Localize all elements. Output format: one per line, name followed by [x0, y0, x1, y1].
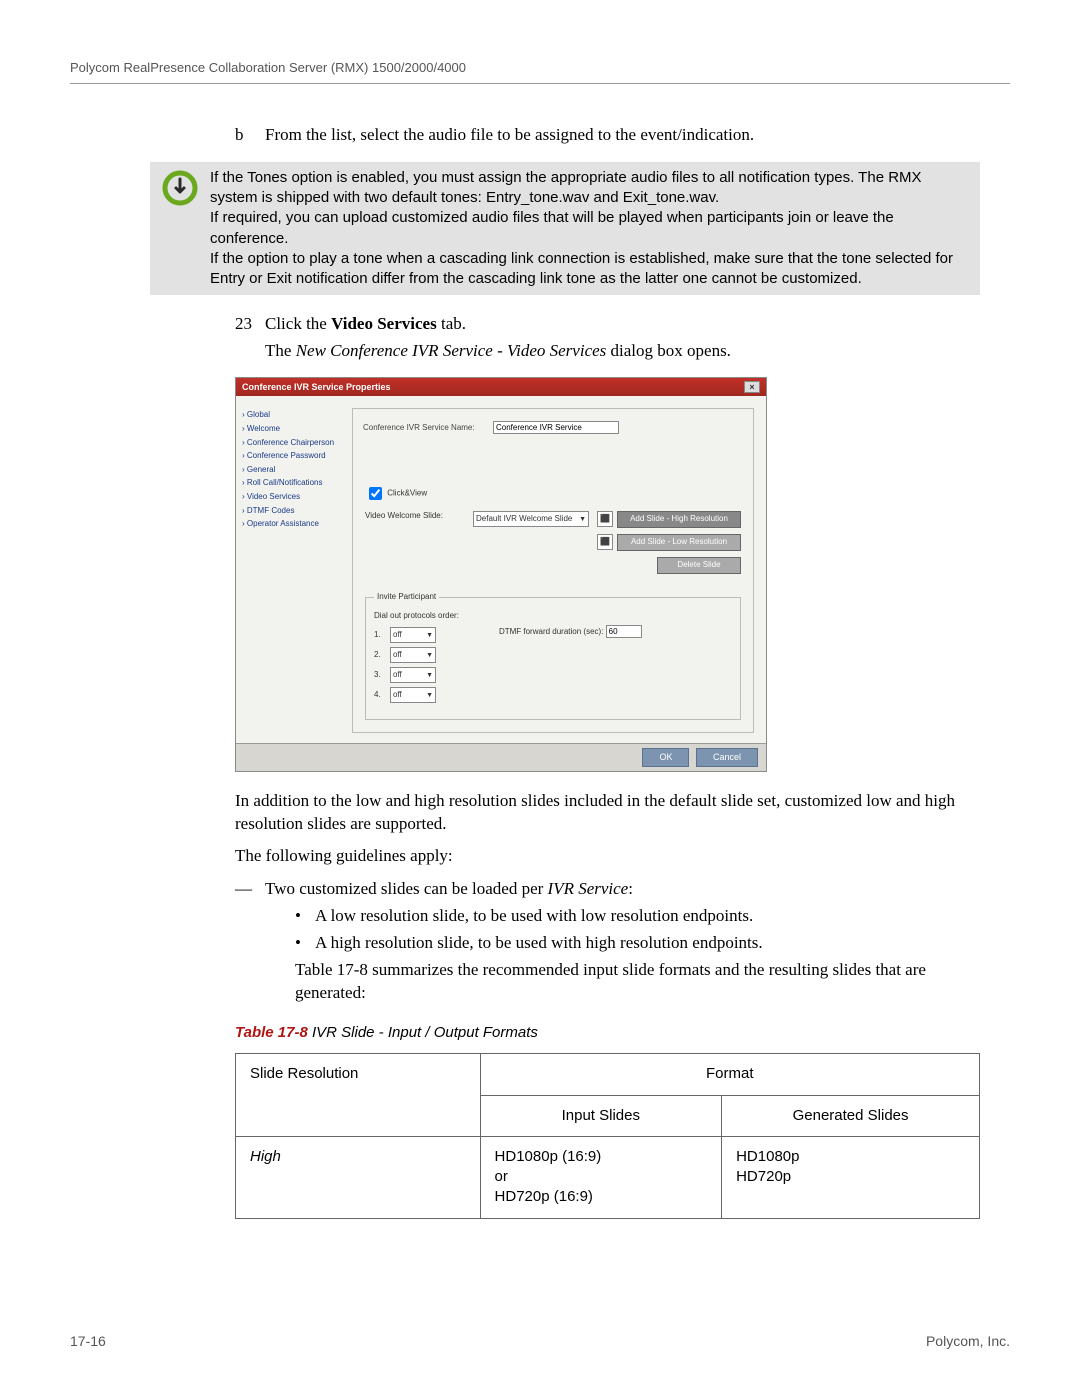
- sidebar-item-password[interactable]: Conference Password: [242, 449, 346, 463]
- welcome-slide-select[interactable]: Default IVR Welcome Slide ▼: [473, 511, 589, 527]
- dash-text: Two customized slides can be loaded per …: [265, 878, 980, 901]
- th-input: Input Slides: [480, 1095, 722, 1136]
- sidebar-item-welcome[interactable]: Welcome: [242, 422, 346, 436]
- bullet-dot: •: [295, 905, 315, 928]
- step-23-pre: Click the: [265, 314, 331, 333]
- invite-group: Invite Participant Dial out protocols or…: [365, 592, 741, 721]
- invite-legend: Invite Participant: [374, 592, 439, 603]
- image-icon[interactable]: ⬛: [597, 534, 613, 550]
- th-slide-res: Slide Resolution: [236, 1054, 481, 1137]
- note-line3: If the option to play a tone when a casc…: [210, 249, 970, 290]
- table-caption-rest: IVR Slide - Input / Output Formats: [308, 1024, 538, 1041]
- proto-select[interactable]: off▼: [390, 667, 436, 683]
- step-23-sub: The New Conference IVR Service - Video S…: [265, 340, 980, 363]
- dialog-title-text: Conference IVR Service Properties: [242, 381, 391, 393]
- step-23-sub-ital: New Conference IVR Service - Video Servi…: [296, 341, 607, 360]
- page-number: 17-16: [70, 1333, 106, 1349]
- proto-number: 2.: [374, 650, 386, 661]
- welcome-slide-label: Video Welcome Slide:: [365, 511, 465, 522]
- th-output: Generated Slides: [722, 1095, 980, 1136]
- step-23-post: tab.: [437, 314, 466, 333]
- proto-number: 3.: [374, 670, 386, 681]
- clickview-checkbox[interactable]: [369, 487, 382, 500]
- dash1-post: :: [628, 879, 633, 898]
- td-high-label: High: [236, 1136, 481, 1218]
- bullet-dot: •: [295, 932, 315, 955]
- info-note: If the Tones option is enabled, you must…: [150, 162, 980, 296]
- dialog-sidebar: Global Welcome Conference Chairperson Co…: [236, 396, 352, 743]
- sidebar-item-global[interactable]: Global: [242, 408, 346, 422]
- dtmf-duration-input[interactable]: [606, 625, 642, 638]
- proto-select[interactable]: off▼: [390, 627, 436, 643]
- note-line2: If required, you can upload customized a…: [210, 208, 970, 249]
- sidebar-item-general[interactable]: General: [242, 463, 346, 477]
- step-23-sub-post: dialog box opens.: [606, 341, 731, 360]
- dash1-ital: IVR Service: [548, 879, 629, 898]
- dialout-label: Dial out protocols order:: [374, 611, 459, 622]
- format-table: Slide Resolution Format Input Slides Gen…: [235, 1053, 980, 1218]
- info-icon: [150, 168, 210, 290]
- proto-number: 1.: [374, 630, 386, 641]
- after-p3: Table 17-8 summarizes the recommended in…: [295, 959, 980, 1005]
- step-23-text: Click the Video Services tab.: [265, 313, 980, 336]
- step-23-number: 23: [235, 313, 265, 336]
- td-high-output: HD1080p HD720p: [722, 1136, 980, 1218]
- step-b-text: From the list, select the audio file to …: [265, 124, 980, 147]
- table-caption: Table 17-8 IVR Slide - Input / Output Fo…: [235, 1023, 980, 1043]
- after-p1: In addition to the low and high resoluti…: [235, 790, 980, 836]
- td-high-input: HD1080p (16:9) or HD720p (16:9): [480, 1136, 722, 1218]
- th-format: Format: [480, 1054, 979, 1095]
- dialog-titlebar: Conference IVR Service Properties ×: [236, 378, 766, 396]
- delete-slide-button[interactable]: Delete Slide: [657, 557, 741, 574]
- dtmf-duration-label: DTMF forward duration (sec):: [499, 627, 603, 636]
- welcome-slide-value: Default IVR Welcome Slide: [476, 514, 572, 525]
- note-line1: If the Tones option is enabled, you must…: [210, 168, 970, 209]
- service-name-label: Conference IVR Service Name:: [363, 423, 493, 434]
- step-b-label: b: [235, 124, 265, 147]
- sidebar-item-rollcall[interactable]: Roll Call/Notifications: [242, 476, 346, 490]
- proto-select[interactable]: off▼: [390, 687, 436, 703]
- bullet-2: A high resolution slide, to be used with…: [315, 932, 980, 955]
- sidebar-item-operator[interactable]: Operator Assistance: [242, 517, 346, 531]
- add-slide-high-button[interactable]: Add Slide - High Resolution: [617, 511, 741, 528]
- proto-select[interactable]: off▼: [390, 647, 436, 663]
- sidebar-item-chairperson[interactable]: Conference Chairperson: [242, 436, 346, 450]
- dash: —: [235, 878, 265, 901]
- table-caption-num: Table 17-8: [235, 1024, 308, 1041]
- dialog: Conference IVR Service Properties × Glob…: [235, 377, 767, 771]
- bullet-1: A low resolution slide, to be used with …: [315, 905, 980, 928]
- add-slide-low-button[interactable]: Add Slide - Low Resolution: [617, 534, 741, 551]
- sidebar-item-video[interactable]: Video Services: [242, 490, 346, 504]
- clickview-group: Click&View Video Welcome Slide: Default …: [365, 484, 741, 573]
- close-icon[interactable]: ×: [744, 381, 760, 393]
- chevron-down-icon: ▼: [579, 515, 586, 524]
- sidebar-item-dtmf[interactable]: DTMF Codes: [242, 504, 346, 518]
- ok-button[interactable]: OK: [642, 748, 689, 766]
- step-23-bold: Video Services: [331, 314, 437, 333]
- cancel-button[interactable]: Cancel: [696, 748, 758, 766]
- image-icon[interactable]: ⬛: [597, 511, 613, 527]
- proto-number: 4.: [374, 690, 386, 701]
- step-23-sub-pre: The: [265, 341, 296, 360]
- clickview-label: Click&View: [387, 489, 427, 498]
- footer-company: Polycom, Inc.: [926, 1333, 1010, 1349]
- page-header: Polycom RealPresence Collaboration Serve…: [70, 60, 1010, 84]
- after-p2: The following guidelines apply:: [235, 845, 980, 868]
- service-name-input[interactable]: [493, 421, 619, 434]
- dash1-pre: Two customized slides can be loaded per: [265, 879, 548, 898]
